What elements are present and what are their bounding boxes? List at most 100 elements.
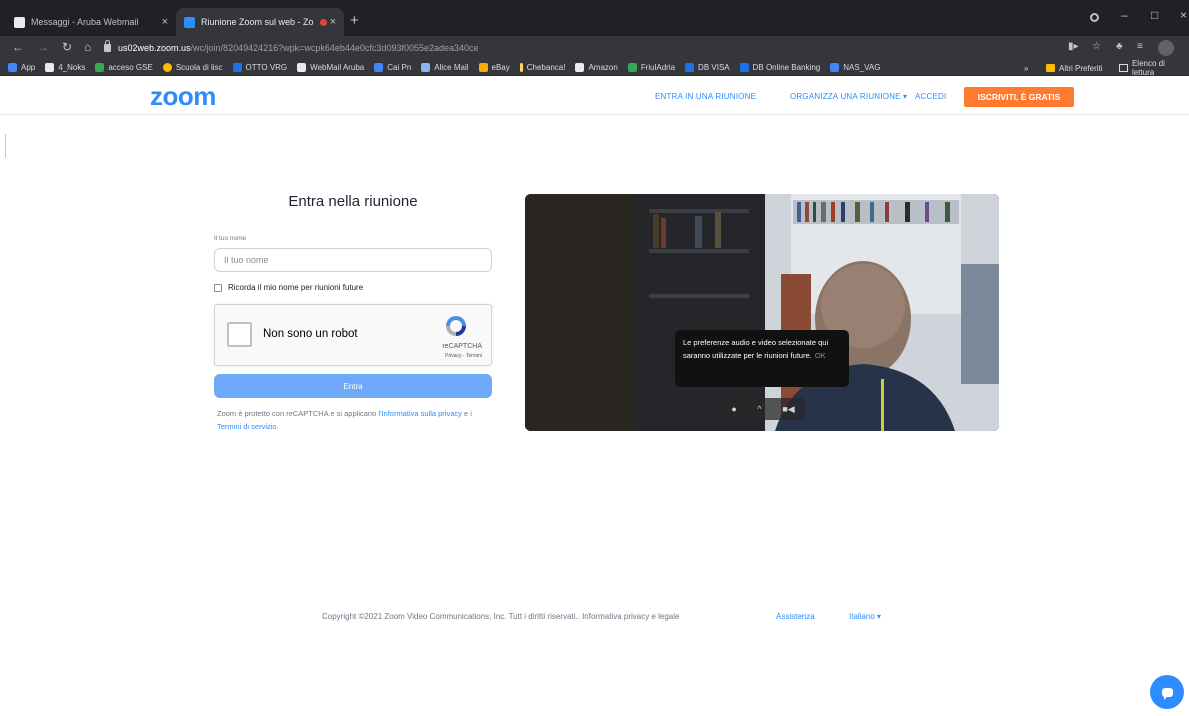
bookmark-favicon-icon xyxy=(95,63,105,72)
maximize-icon[interactable]: □ xyxy=(1151,8,1158,22)
home-icon[interactable]: ⌂ xyxy=(84,40,91,54)
bookmark-favicon-icon xyxy=(421,63,431,72)
support-chat-button[interactable] xyxy=(1150,675,1184,709)
bookmark-favicon-icon xyxy=(232,63,242,72)
bookmark-item[interactable]: App xyxy=(8,63,35,72)
bookmark-favicon-icon xyxy=(374,63,384,72)
minimize-icon[interactable]: – xyxy=(1121,8,1128,22)
tab-strip: Messaggi - Aruba Webmail × Riunione Zoom… xyxy=(0,0,1189,36)
zoom-logo[interactable]: zoom xyxy=(150,81,216,112)
bookmark-favicon-icon xyxy=(297,63,307,72)
new-tab-button[interactable]: + xyxy=(350,12,359,29)
bookmark-favicon-icon xyxy=(627,63,637,72)
tab-close-icon[interactable]: × xyxy=(330,16,336,28)
name-field-label: Il tuo nome xyxy=(214,235,247,242)
privacy-policy-link[interactable]: Informativa sulla privacy xyxy=(381,409,461,418)
camera-feed-image xyxy=(525,194,999,431)
zoom-icon xyxy=(184,16,195,28)
tab-webmail[interactable]: Messaggi - Aruba Webmail × xyxy=(6,8,176,36)
profile-avatar[interactable] xyxy=(1158,40,1174,56)
bookmark-item[interactable]: eBay xyxy=(478,63,510,72)
language-selector[interactable]: Italiano ▾ xyxy=(849,612,881,621)
video-camera-icon[interactable]: ■◀ xyxy=(782,404,794,415)
tab-close-icon[interactable]: × xyxy=(162,16,168,28)
chat-bubble-icon xyxy=(1161,687,1173,700)
reading-list-button[interactable]: Elenco di lettura xyxy=(1119,59,1189,77)
bookmark-favicon-icon xyxy=(162,63,172,72)
bookmark-item[interactable]: DB VISA xyxy=(685,63,730,72)
zoom-header: zoom ENTRA IN UNA RIUNIONE organizzA UNA… xyxy=(0,77,1189,115)
bookmark-item[interactable]: Chebanca! xyxy=(519,63,565,72)
folder-icon xyxy=(1046,64,1055,72)
zoom-page: zoom ENTRA IN UNA RIUNIONE organizzA UNA… xyxy=(0,77,1189,716)
bookmark-favicon-icon xyxy=(519,63,523,72)
other-bookmarks[interactable]: Altri Preferiti xyxy=(1046,60,1103,76)
footer-help-link[interactable]: Assistenza xyxy=(776,612,815,621)
footer-copyright: Copyright ©2021 Zoom Video Communication… xyxy=(322,612,680,621)
reload-icon[interactable]: ↻ xyxy=(62,40,72,54)
recaptcha-links[interactable]: Privacy - Termini xyxy=(410,353,482,359)
recording-indicator-icon xyxy=(319,18,327,26)
tab-title: Riunione Zoom sul web - Zo xyxy=(201,17,314,27)
sign-up-button[interactable]: ISCRIVITI, È GRATIS xyxy=(964,87,1074,107)
bookmark-item[interactable]: OTTO VRG xyxy=(232,63,287,72)
bookmark-item[interactable]: Scuola di lisc xyxy=(162,63,223,72)
bookmark-item[interactable]: FriulAdria xyxy=(627,63,675,72)
url-host: us02web.zoom.us xyxy=(118,43,191,53)
bookmark-star-icon[interactable]: ☆ xyxy=(1092,41,1101,52)
nav-join-meeting[interactable]: ENTRA IN UNA RIUNIONE xyxy=(655,92,756,101)
preferences-tooltip: Le preferenze audio e video selezionate … xyxy=(675,330,849,387)
remember-name-checkbox[interactable] xyxy=(214,283,222,292)
bookmark-item[interactable]: WebMail Aruba xyxy=(297,63,364,72)
bookmark-item[interactable]: NAS_VAG xyxy=(830,63,880,72)
bookmark-item[interactable]: Cai Pn xyxy=(374,63,411,72)
profile-indicator-icon[interactable] xyxy=(1090,13,1099,22)
tooltip-ok-button[interactable]: OK xyxy=(815,351,826,360)
bookmark-favicon-icon xyxy=(575,63,585,72)
reading-list-icon[interactable]: ≡ xyxy=(1137,41,1143,52)
bookmark-item[interactable]: acceso GSE xyxy=(95,63,153,72)
back-icon[interactable]: ← xyxy=(12,40,24,54)
recaptcha-brand: reCAPTCHA xyxy=(442,343,482,350)
webmail-icon xyxy=(14,16,25,28)
tab-title: Messaggi - Aruba Webmail xyxy=(31,17,139,27)
bookmark-item[interactable]: Amazon xyxy=(575,63,618,72)
url-path: /wc/join/82049424216?wpk=wcpk64eb44e0cfc… xyxy=(190,43,479,53)
audio-options-caret-icon[interactable]: ^ xyxy=(757,404,761,414)
bookmarks-bar: App 4_Noks acceso GSE Scuola di lisc OTT… xyxy=(0,60,1189,76)
bookmarks-overflow-button[interactable]: » xyxy=(1024,60,1028,76)
bookmark-item[interactable]: DB Online Banking xyxy=(739,63,820,72)
bookmark-item[interactable]: 4_Noks xyxy=(45,63,85,72)
reading-list-icon xyxy=(1119,64,1128,72)
nav-sign-in[interactable]: ACCEDI xyxy=(915,92,946,101)
lock-icon xyxy=(104,40,111,52)
recaptcha-checkbox[interactable] xyxy=(227,322,252,347)
legal-notice: Zoom è protetto con reCAPTCHA e si appli… xyxy=(217,409,472,431)
join-button[interactable]: Entra xyxy=(214,374,492,398)
bookmark-favicon-icon xyxy=(478,63,488,72)
recaptcha-label: Non sono un robot xyxy=(263,328,358,340)
video-preview: Le preferenze audio e video selezionate … xyxy=(525,194,999,431)
window-close-icon[interactable]: × xyxy=(1180,8,1187,22)
extensions-icon[interactable]: ♣ xyxy=(1116,41,1123,52)
remember-name-label: Ricorda il mio nome per riunioni future xyxy=(228,283,364,292)
bookmark-item[interactable]: Alice Mail xyxy=(421,63,469,72)
browser-toolbar: ← → ↻ ⌂ us02web.zoom.us /wc/join/8204942… xyxy=(0,36,1189,60)
join-title: Entra nella riunione xyxy=(288,193,418,210)
nav-host-meeting[interactable]: organizzA UNA RIUNIONE ▾ xyxy=(790,92,907,101)
forward-icon[interactable]: → xyxy=(37,40,49,54)
bookmark-favicon-icon xyxy=(685,63,695,72)
bookmark-favicon-icon xyxy=(830,63,840,72)
camera-in-use-icon[interactable]: ▮▸ xyxy=(1068,41,1079,52)
tooltip-text: Le preferenze audio e video selezionate … xyxy=(683,338,829,360)
tab-zoom[interactable]: Riunione Zoom sul web - Zo × xyxy=(176,8,344,36)
recaptcha-widget: Non sono un robot reCAPTCHA Privacy - Te… xyxy=(214,304,492,366)
recaptcha-logo-icon xyxy=(446,316,466,336)
terms-of-service-link[interactable]: Termini di servizio xyxy=(217,422,277,431)
page-edge-marker xyxy=(5,134,6,158)
remember-name-option[interactable]: Ricorda il mio nome per riunioni future xyxy=(214,283,363,292)
microphone-icon[interactable]: ● xyxy=(731,404,736,414)
apps-grid-icon xyxy=(8,63,17,72)
address-bar[interactable]: us02web.zoom.us /wc/join/82049424216?wpk… xyxy=(104,39,1054,57)
name-input[interactable] xyxy=(214,248,492,272)
